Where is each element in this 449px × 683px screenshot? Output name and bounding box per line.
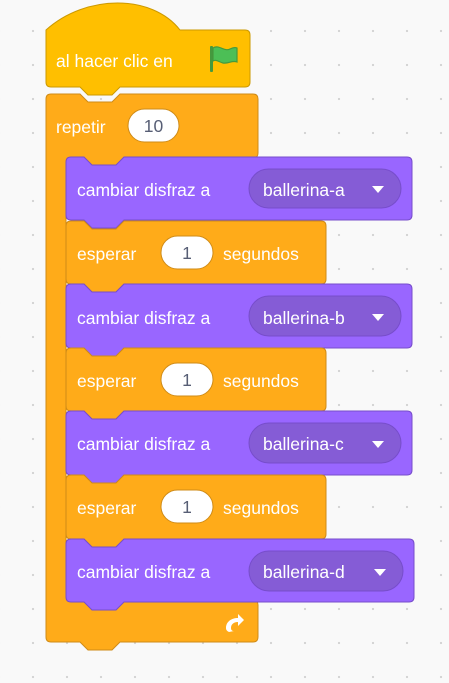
wait-block-suffix: segundos <box>223 498 299 518</box>
switch-costume-block[interactable]: cambiar disfraz a ballerina-a <box>65 156 413 229</box>
costume-block-label: cambiar disfraz a <box>77 562 211 582</box>
wait-seconds-value: 1 <box>182 370 192 390</box>
wait-seconds-value: 1 <box>182 243 192 263</box>
costume-block-label: cambiar disfraz a <box>77 308 211 328</box>
switch-costume-block[interactable]: cambiar disfraz a ballerina-d <box>65 538 415 611</box>
costume-dropdown-value: ballerina-d <box>263 562 345 582</box>
wait-seconds-input[interactable]: 1 <box>160 235 214 270</box>
switch-costume-block[interactable]: cambiar disfraz a ballerina-b <box>65 283 413 357</box>
wait-block-label: esperar <box>77 371 137 391</box>
costume-dropdown[interactable]: ballerina-b <box>248 295 402 337</box>
wait-block-label: esperar <box>77 498 137 518</box>
costume-block-label: cambiar disfraz a <box>77 180 211 200</box>
repeat-count-input[interactable]: 10 <box>127 108 180 143</box>
wait-block-suffix: segundos <box>223 371 299 391</box>
wait-block[interactable]: esperar 1 segundos <box>65 347 327 420</box>
code-workspace[interactable]: al hacer clic en repetir 10 cambiar disf… <box>0 0 449 683</box>
script-stack[interactable]: al hacer clic en repetir 10 cambiar disf… <box>0 0 449 683</box>
costume-dropdown-value: ballerina-b <box>263 308 345 328</box>
switch-costume-block[interactable]: cambiar disfraz a ballerina-c <box>65 410 413 484</box>
costume-dropdown[interactable]: ballerina-a <box>248 168 402 209</box>
wait-block-suffix: segundos <box>223 244 299 264</box>
wait-block[interactable]: esperar 1 segundos <box>65 220 327 293</box>
costume-block-label: cambiar disfraz a <box>77 434 211 454</box>
costume-dropdown[interactable]: ballerina-c <box>248 422 402 464</box>
wait-seconds-input[interactable]: 1 <box>160 362 214 397</box>
repeat-count-value: 10 <box>144 116 164 136</box>
wait-block[interactable]: esperar 1 segundos <box>65 474 327 548</box>
costume-dropdown-value: ballerina-c <box>263 434 344 454</box>
costume-dropdown-value: ballerina-a <box>263 180 345 200</box>
repeat-label: repetir <box>56 117 106 137</box>
hat-block-label: al hacer clic en <box>56 51 173 71</box>
costume-dropdown[interactable]: ballerina-d <box>248 550 404 592</box>
wait-block-label: esperar <box>77 244 137 264</box>
wait-seconds-value: 1 <box>182 497 192 517</box>
when-flag-clicked-block[interactable]: al hacer clic en <box>45 2 251 96</box>
wait-seconds-input[interactable]: 1 <box>160 489 214 524</box>
